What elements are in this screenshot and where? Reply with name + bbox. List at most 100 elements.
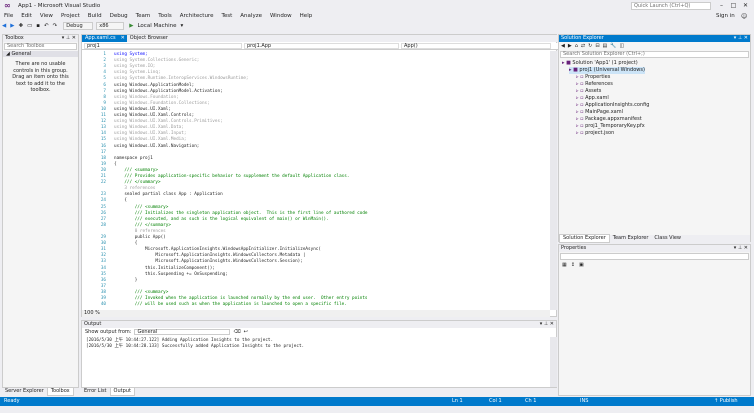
solution-tree-item[interactable]: ▹ ▫ App.xaml [576, 95, 609, 102]
solution-tree-item[interactable]: ▹ ▫ ApplicationInsights.config [576, 102, 649, 109]
property-pages-icon[interactable]: ▣ [579, 262, 584, 268]
menu-file[interactable]: File [0, 12, 17, 21]
pin-icon[interactable]: ▾ ⊥ ✕ [734, 35, 750, 42]
solution-explorer-panel: Solution Explorer ▾ ⊥ ✕ ◀ ▶ ⌂ ⇄ ↻ ⊟ ▤ 🔧 ◫ Search … [558, 34, 751, 243]
code-area[interactable]: 1 using System; 2 using System.Collections.… [82, 51, 558, 310]
menu-project[interactable]: Project [57, 12, 84, 21]
menu-view[interactable]: View [36, 12, 57, 21]
menu-team[interactable]: Team [132, 12, 155, 21]
class-dropdown[interactable]: proj1.App [244, 43, 399, 49]
quick-launch-input[interactable]: Quick Launch (Ctrl+Q) [631, 2, 711, 10]
menu-analyze[interactable]: Analyze [236, 12, 266, 21]
solution-explorer-title: Solution Explorer [561, 35, 604, 41]
project-dropdown[interactable]: proj1 [84, 43, 242, 49]
clear-all-icon[interactable]: ⌫ [233, 329, 240, 335]
solution-search-input[interactable]: Search Solution Explorer (Ctrl+;) [560, 51, 749, 58]
refresh-icon[interactable]: ↻ [588, 43, 592, 49]
tab-team-explorer[interactable]: Team Explorer [610, 235, 652, 242]
editor-vertical-scrollbar[interactable] [550, 51, 557, 310]
solution-tree-item[interactable]: ▸ ■ proj1 (Universal Windows) [569, 67, 645, 74]
tab-class-view[interactable]: Class View [651, 235, 684, 242]
user-icon[interactable]: ☺ [741, 13, 747, 20]
solution-tree-label: App.xaml [585, 95, 609, 101]
output-line: [2016/5/30 上午 10:44:28.133] Successfully… [86, 344, 305, 349]
solution-tree-label: Solution 'App1' (1 project) [572, 60, 638, 66]
properties-icon[interactable]: 🔧 [610, 43, 616, 49]
minimize-icon[interactable]: – [717, 1, 726, 10]
line-number: 22 [100, 180, 106, 186]
toolbox-search-input[interactable]: Search Toolbox [4, 43, 77, 50]
solution-tree-item[interactable]: ▹ ▫ proj1_TemporaryKey.pfx [576, 123, 645, 130]
solution-tree-item[interactable]: ▸ ■ Solution 'App1' (1 project) [562, 60, 638, 67]
open-icon[interactable]: ▭ [25, 22, 34, 30]
menu-test[interactable]: Test [217, 12, 236, 21]
member-dropdown[interactable]: App() [401, 43, 551, 49]
maximize-icon[interactable]: □ [729, 1, 738, 10]
back-icon[interactable]: ◀ [0, 22, 8, 30]
tab-solution-explorer[interactable]: Solution Explorer [559, 234, 610, 243]
collapse-all-icon[interactable]: ⊟ [595, 43, 599, 49]
solution-tree-item[interactable]: ▹ ▫ References [576, 81, 613, 88]
code-line: /// will be used such as when the applic… [114, 302, 347, 308]
menu-architecture[interactable]: Architecture [176, 12, 218, 21]
new-project-icon[interactable]: ✚ [16, 22, 25, 30]
pin-icon[interactable]: ▾ ⊥ ✕ [62, 35, 78, 42]
word-wrap-icon[interactable]: ↩ [244, 329, 248, 335]
redo-icon[interactable]: ↷ [51, 22, 60, 30]
zoom-level[interactable]: 100 % [82, 310, 550, 317]
run-target-button[interactable]: Local Machine [135, 22, 178, 30]
tab-app-xaml-cs[interactable]: App.xaml.cs [82, 35, 119, 42]
sign-in-link[interactable]: Sign in [716, 13, 735, 19]
status-mode: INS [580, 398, 589, 404]
menu-debug[interactable]: Debug [106, 12, 132, 21]
tab-output[interactable]: Output [109, 387, 135, 396]
show-all-files-icon[interactable]: ▤ [603, 43, 608, 49]
pin-icon[interactable]: ▾ ⊥ ✕ [734, 245, 750, 252]
properties-object-dropdown[interactable] [560, 253, 749, 260]
sync-icon[interactable]: ⇄ [581, 43, 585, 49]
output-source-dropdown[interactable]: General [134, 329, 231, 335]
window-title: App1 - Microsoft Visual Studio [18, 3, 101, 9]
output-show-label: Show output from: [85, 329, 132, 335]
menu-edit[interactable]: Edit [17, 12, 36, 21]
undo-icon[interactable]: ↶ [42, 22, 51, 30]
tab-object-browser[interactable]: Object Browser [127, 35, 171, 42]
file-icon: ▹ ▫ [576, 130, 586, 136]
menu-help[interactable]: Help [296, 12, 317, 21]
tab-toolbox[interactable]: Toolbox [46, 387, 74, 396]
close-icon[interactable]: ✕ [741, 1, 750, 10]
solution-tree-item[interactable]: ▹ ▫ Package.appxmanifest [576, 116, 642, 123]
publish-button[interactable]: ↑ Publish [714, 397, 738, 406]
preview-icon[interactable]: ◫ [619, 43, 624, 49]
menu-build[interactable]: Build [84, 12, 106, 21]
run-icon[interactable]: ▶ [127, 22, 135, 30]
tab-error-list[interactable]: Error List [81, 388, 110, 395]
platform-dropdown[interactable]: x86 [96, 22, 125, 30]
solution-tree-label: References [585, 81, 613, 87]
solution-bottom-tabs: Solution Explorer Team Explorer Class Vi… [559, 234, 750, 243]
toolbox-panel: Toolbox ▾ ⊥ ✕ Search Toolbox ◢ General Th… [2, 34, 79, 388]
forward-icon[interactable]: ▶ [8, 22, 16, 30]
solution-tree-item[interactable]: ▹ ▫ Properties [576, 74, 610, 81]
line-number: 40 [100, 302, 106, 308]
output-panel: Output ▾ ⊥ ✕ Show output from: General ⌫ ↩… [81, 320, 557, 388]
pin-icon[interactable]: ▾ ⊥ ✕ [540, 321, 556, 328]
home-icon[interactable]: ⌂ [575, 43, 578, 49]
output-scrollbar[interactable] [550, 337, 557, 387]
menu-window[interactable]: Window [266, 12, 296, 21]
chevron-down-icon[interactable]: ▾ [179, 22, 186, 30]
solution-tree-item[interactable]: ▹ ▫ MainPage.xaml [576, 109, 623, 116]
toolbox-title: Toolbox [5, 35, 24, 41]
forward-icon[interactable]: ▶ [568, 43, 572, 49]
close-tab-icon[interactable]: ✕ [118, 35, 127, 42]
categorized-icon[interactable]: ▦ [562, 262, 567, 268]
config-dropdown[interactable]: Debug [63, 22, 94, 30]
back-icon[interactable]: ◀ [561, 43, 565, 49]
alphabetical-icon[interactable]: ↕ [571, 262, 575, 268]
solution-tree-label: project.json [585, 130, 615, 136]
tab-server-explorer[interactable]: Server Explorer [2, 388, 47, 395]
solution-tree-item[interactable]: ▹ ▫ project.json [576, 130, 614, 137]
save-icon[interactable]: ▪ [34, 22, 42, 30]
solution-tree-item[interactable]: ▹ ▫ Assets [576, 88, 601, 95]
menu-tools[interactable]: Tools [154, 12, 176, 21]
